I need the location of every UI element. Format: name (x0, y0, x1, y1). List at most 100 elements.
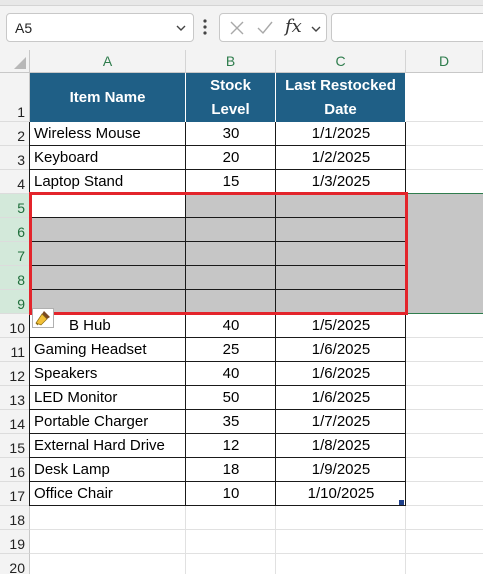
cell-restock-date[interactable]: 1/3/2025 (276, 170, 406, 194)
cell-stock-level[interactable]: 40 (186, 314, 276, 338)
cancel-x-icon[interactable] (229, 20, 245, 36)
cell-stock-level[interactable]: 12 (186, 434, 276, 458)
cell-restock-date[interactable]: 1/6/2025 (276, 386, 406, 410)
row-header-14[interactable]: 14 (0, 410, 30, 434)
row-number: 3 (17, 152, 25, 168)
table-border-row (30, 481, 406, 482)
enter-check-icon[interactable] (256, 20, 274, 36)
cell-stock-level[interactable]: 18 (186, 458, 276, 482)
fill-handle[interactable] (399, 500, 404, 505)
formula-bar-area: A5 fx (0, 0, 483, 50)
cell-restock-date[interactable]: 1/6/2025 (276, 362, 406, 386)
cell-item-name[interactable]: External Hard Drive (30, 434, 186, 458)
row-number: 4 (17, 176, 25, 192)
cell-restock-date[interactable]: 1/7/2025 (276, 410, 406, 434)
cell-item-name[interactable]: Desk Lamp (30, 458, 186, 482)
row-header-13[interactable]: 13 (0, 386, 30, 410)
cell-item-name[interactable]: LED Monitor (30, 386, 186, 410)
vertical-dots-icon[interactable] (202, 18, 208, 36)
column-header-b[interactable]: B (186, 50, 276, 73)
insert-function-icon[interactable]: fx (285, 16, 302, 37)
row-number: 10 (9, 320, 25, 336)
paintbrush-icon[interactable] (32, 308, 54, 328)
row-number: 17 (9, 488, 25, 504)
table-border-row (30, 457, 406, 458)
cell-stock-level[interactable]: 50 (186, 386, 276, 410)
row-header-18[interactable]: 18 (0, 506, 30, 530)
header-text: Item Name (69, 88, 146, 106)
cell-restock-date[interactable]: 1/1/2025 (276, 122, 406, 146)
row-header-7[interactable]: 7 (0, 242, 30, 266)
row-header-20[interactable]: 20 (0, 554, 30, 574)
cell-item-name[interactable]: Office Chair (30, 482, 186, 506)
cell-stock-level[interactable]: 35 (186, 410, 276, 434)
cell-stock-level[interactable]: 15 (186, 170, 276, 194)
row-number: 11 (10, 344, 25, 360)
cell-stock-level[interactable]: 10 (186, 482, 276, 506)
row-header-3[interactable]: 3 (0, 146, 30, 170)
row-header-1[interactable]: 1 (0, 73, 30, 122)
cell-stock-level[interactable]: 20 (186, 146, 276, 170)
row-header-12[interactable]: 12 (0, 362, 30, 386)
select-all-corner[interactable] (0, 50, 30, 73)
cell-item-name[interactable]: Speakers (30, 362, 186, 386)
cell-restock-date[interactable]: 1/9/2025 (276, 458, 406, 482)
chevron-down-icon[interactable] (175, 22, 187, 34)
column-header-a[interactable]: A (30, 50, 186, 73)
column-header-c[interactable]: C (276, 50, 406, 73)
cell-item-name[interactable]: Wireless Mouse (30, 122, 186, 146)
row-number: 9 (17, 296, 25, 312)
row-number: 2 (17, 128, 25, 144)
row-number: 20 (9, 560, 25, 574)
cell-item-name[interactable]: Keyboard (30, 146, 186, 170)
cell-restock-date[interactable]: 1/2/2025 (276, 146, 406, 170)
column-header-d[interactable]: D (406, 50, 483, 73)
cell-restock-date[interactable]: 1/8/2025 (276, 434, 406, 458)
header-last-restocked[interactable]: Last Restocked Date (276, 73, 406, 122)
name-box[interactable]: A5 (6, 13, 194, 42)
chevron-down-icon[interactable] (310, 23, 322, 35)
header-text: Level (211, 100, 250, 118)
row-header-8[interactable]: 8 (0, 266, 30, 290)
formula-buttons: fx (219, 13, 327, 42)
row-header-15[interactable]: 15 (0, 434, 30, 458)
header-item-name[interactable]: Item Name (30, 73, 186, 122)
header-stock-level[interactable]: Stock Level (186, 73, 276, 122)
header-text: Date (324, 100, 357, 118)
table-border-row (30, 169, 406, 170)
row-header-6[interactable]: 6 (0, 218, 30, 242)
row-number: 7 (17, 248, 25, 264)
cell-item-name[interactable]: Gaming Headset (30, 338, 186, 362)
cell-item-name[interactable]: Portable Charger (30, 410, 186, 434)
row-number: 14 (9, 416, 25, 432)
ribbon-edge (0, 0, 483, 6)
table-border-row (30, 433, 406, 434)
cell-item-name[interactable]: Laptop Stand (30, 170, 186, 194)
row-number: 16 (9, 464, 25, 480)
cell-stock-level[interactable]: 30 (186, 122, 276, 146)
cell-stock-level[interactable]: 25 (186, 338, 276, 362)
table-border-row (30, 385, 406, 386)
row-header-17[interactable]: 17 (0, 482, 30, 506)
cell-restock-date[interactable]: 1/10/2025 (276, 482, 406, 506)
table-border-row (30, 337, 406, 338)
row-header-5[interactable]: 5 (0, 194, 30, 218)
row-header-2[interactable]: 2 (0, 122, 30, 146)
row-header-16[interactable]: 16 (0, 458, 30, 482)
gridline-row (30, 529, 483, 530)
cell-restock-date[interactable]: 1/6/2025 (276, 338, 406, 362)
cell-restock-date[interactable]: 1/5/2025 (276, 314, 406, 338)
cell-stock-level[interactable]: 40 (186, 362, 276, 386)
row-number: 12 (9, 368, 25, 384)
name-box-value: A5 (15, 20, 33, 36)
highlight-box (29, 192, 408, 315)
row-header-10[interactable]: 10 (0, 314, 30, 338)
row-header-4[interactable]: 4 (0, 170, 30, 194)
row-header-9[interactable]: 9 (0, 290, 30, 314)
sheet-grid[interactable]: ABCD 1 2 3 4 5 6 7 8 9 10 11 12 13 14 15 16 17 18 19 20 Ite… (0, 50, 483, 574)
row-number: 13 (9, 392, 25, 408)
row-header-11[interactable]: 11 (0, 338, 30, 362)
row-header-19[interactable]: 19 (0, 530, 30, 554)
formula-input[interactable] (331, 13, 483, 42)
row-number: 15 (9, 440, 25, 456)
